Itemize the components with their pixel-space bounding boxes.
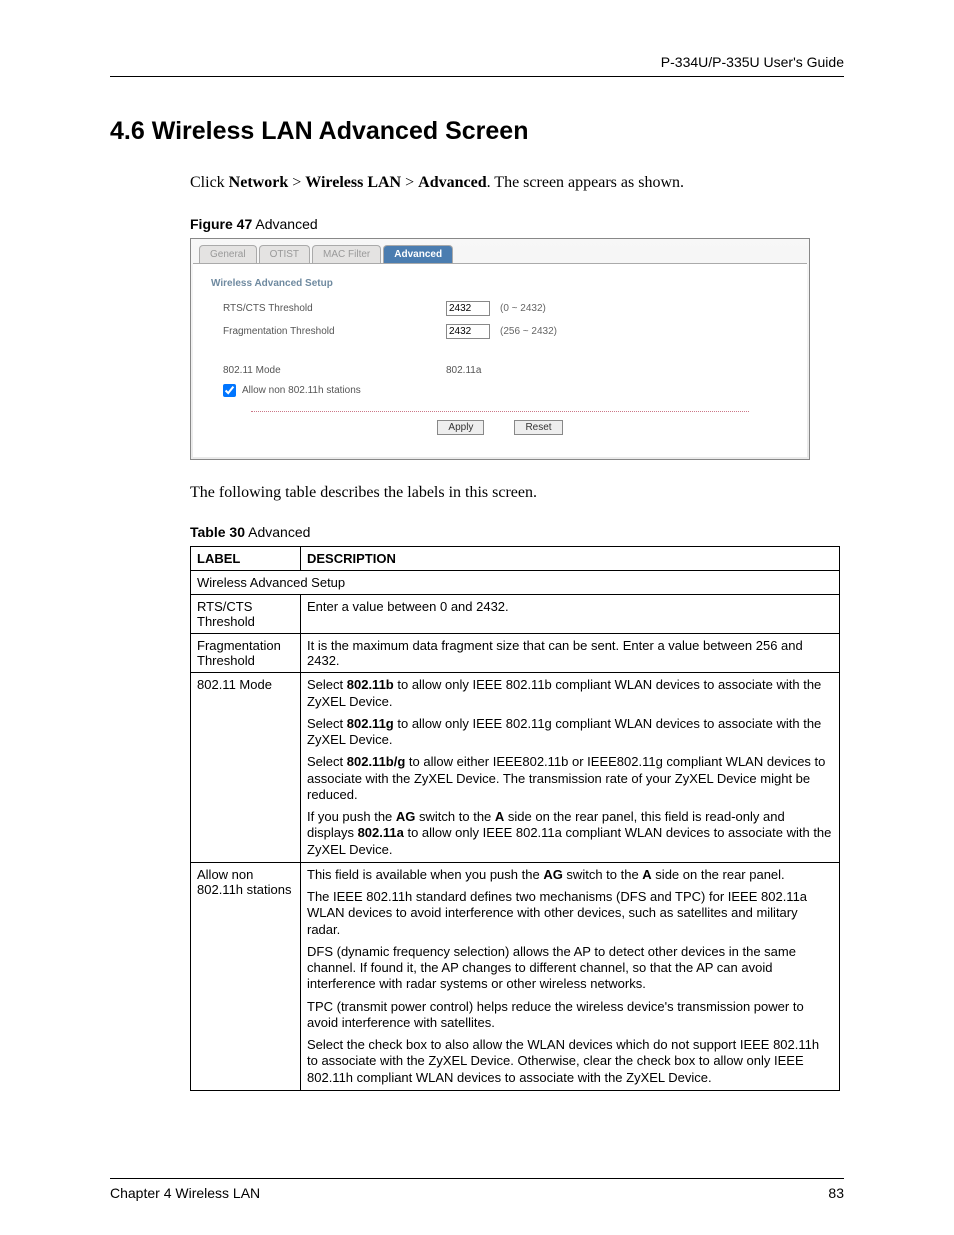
tab-general[interactable]: General [199, 245, 257, 263]
table-row: Fragmentation Threshold It is the maximu… [191, 634, 840, 673]
breadcrumb-network: Network [229, 174, 289, 191]
cell-label: 802.11 Mode [191, 673, 301, 863]
tab-mac-filter[interactable]: MAC Filter [312, 245, 381, 263]
figure-label: Figure 47 [190, 216, 252, 232]
cell-label: Allow non 802.11h stations [191, 862, 301, 1090]
th-description: DESCRIPTION [301, 547, 840, 571]
figure-title: Advanced [252, 216, 317, 232]
th-label: LABEL [191, 547, 301, 571]
table-title: Advanced [245, 524, 310, 540]
breadcrumb-wlan: Wireless LAN [305, 174, 401, 191]
rts-range: (0 ~ 2432) [500, 303, 546, 314]
rts-label: RTS/CTS Threshold [211, 303, 446, 314]
frag-range: (256 ~ 2432) [500, 326, 557, 337]
table-section-row: Wireless Advanced Setup [191, 571, 840, 595]
section-title: 4.6 Wireless LAN Advanced Screen [110, 117, 844, 146]
tab-otist[interactable]: OTIST [259, 245, 310, 263]
description-table: LABEL DESCRIPTION Wireless Advanced Setu… [190, 546, 840, 1091]
cell-desc: This field is available when you push th… [301, 862, 840, 1090]
sep: > [401, 174, 418, 191]
post-figure-text: The following table describes the labels… [190, 484, 844, 502]
intro-suffix: . The screen appears as shown. [487, 174, 684, 191]
mode-label: 802.11 Mode [211, 365, 446, 376]
frag-label: Fragmentation Threshold [211, 326, 446, 337]
divider [251, 411, 749, 412]
allow-non-80211h-label: Allow non 802.11h stations [242, 385, 361, 396]
table-row: RTS/CTS Threshold Enter a value between … [191, 595, 840, 634]
table-row: Allow non 802.11h stations This field is… [191, 862, 840, 1090]
footer-chapter: Chapter 4 Wireless LAN [110, 1185, 260, 1201]
header-guide: P-334U/P-335U User's Guide [110, 50, 844, 76]
table-label: Table 30 [190, 524, 245, 540]
mode-value: 802.11a [446, 365, 481, 376]
figure-caption: Figure 47 Advanced [190, 216, 844, 232]
cell-label: RTS/CTS Threshold [191, 595, 301, 634]
cell-desc: Select 802.11b to allow only IEEE 802.11… [301, 673, 840, 863]
breadcrumb-advanced: Advanced [418, 174, 486, 191]
intro-prefix: Click [190, 174, 229, 191]
allow-non-80211h-checkbox[interactable] [223, 384, 236, 397]
apply-button[interactable]: Apply [437, 420, 484, 435]
screenshot-section-heading: Wireless Advanced Setup [211, 278, 789, 289]
table-row: 802.11 Mode Select 802.11b to allow only… [191, 673, 840, 863]
frag-input[interactable] [446, 324, 490, 339]
reset-button[interactable]: Reset [514, 420, 562, 435]
tab-advanced[interactable]: Advanced [383, 245, 453, 263]
cell-desc: It is the maximum data fragment size tha… [301, 634, 840, 673]
intro-paragraph: Click Network > Wireless LAN > Advanced.… [190, 172, 844, 194]
table-caption: Table 30 Advanced [190, 524, 844, 540]
cell-desc: Enter a value between 0 and 2432. [301, 595, 840, 634]
sep: > [288, 174, 305, 191]
rts-input[interactable] [446, 301, 490, 316]
screenshot-panel: General OTIST MAC Filter Advanced Wirele… [190, 238, 810, 460]
footer-page: 83 [828, 1185, 844, 1201]
cell-label: Fragmentation Threshold [191, 634, 301, 673]
tab-bar: General OTIST MAC Filter Advanced [193, 241, 807, 263]
